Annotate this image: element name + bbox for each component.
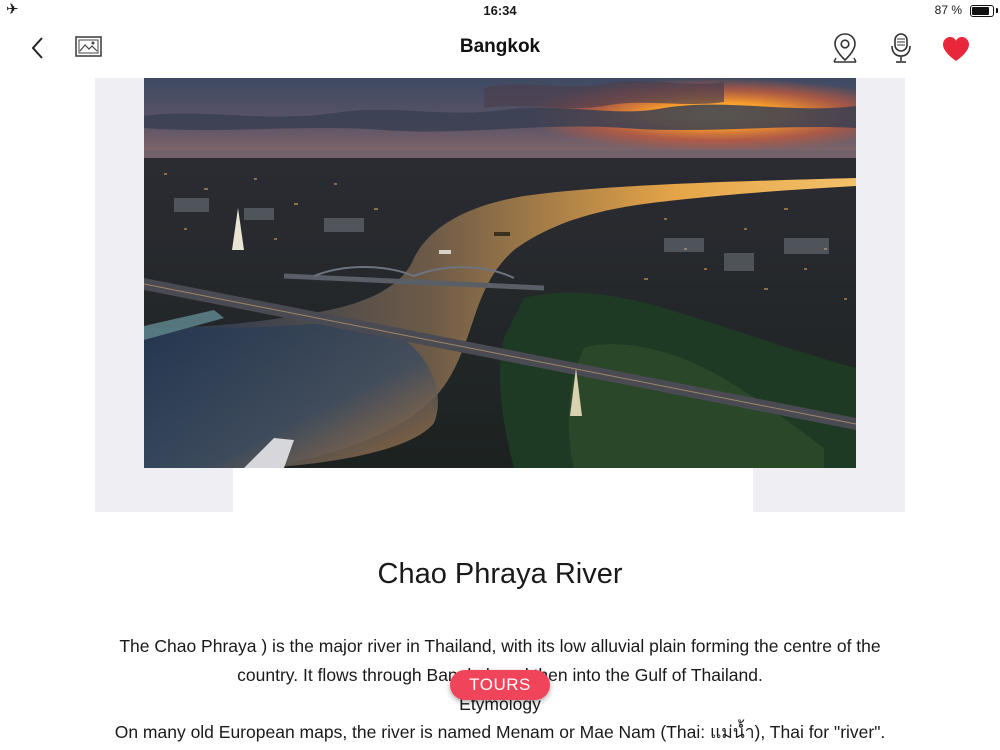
status-time: 16:34 (483, 3, 517, 18)
battery-percent: 87 % (934, 3, 962, 17)
battery-icon (970, 5, 994, 17)
place-title: Chao Phraya River (377, 558, 623, 590)
river-city-photo (144, 78, 856, 468)
map-button[interactable] (830, 31, 860, 65)
audio-guide-button[interactable] (886, 31, 916, 65)
description-line-1: The Chao Phraya ) is the major river in … (119, 636, 881, 656)
description-line-4: On many old European maps, the river is … (114, 722, 886, 742)
nav-bar: Bangkok (0, 22, 1000, 74)
map-pin-icon (833, 33, 857, 63)
battery-tip (996, 8, 998, 13)
microphone-icon (891, 33, 911, 63)
favorite-button[interactable] (940, 34, 972, 64)
battery-level (972, 7, 989, 15)
status-bar: ✈ 16:34 87 % (0, 0, 1000, 22)
heart-icon (943, 37, 969, 61)
hero-image[interactable] (144, 78, 856, 468)
tours-button[interactable]: TOURS (450, 670, 550, 700)
hero-frame-gap (233, 468, 753, 518)
